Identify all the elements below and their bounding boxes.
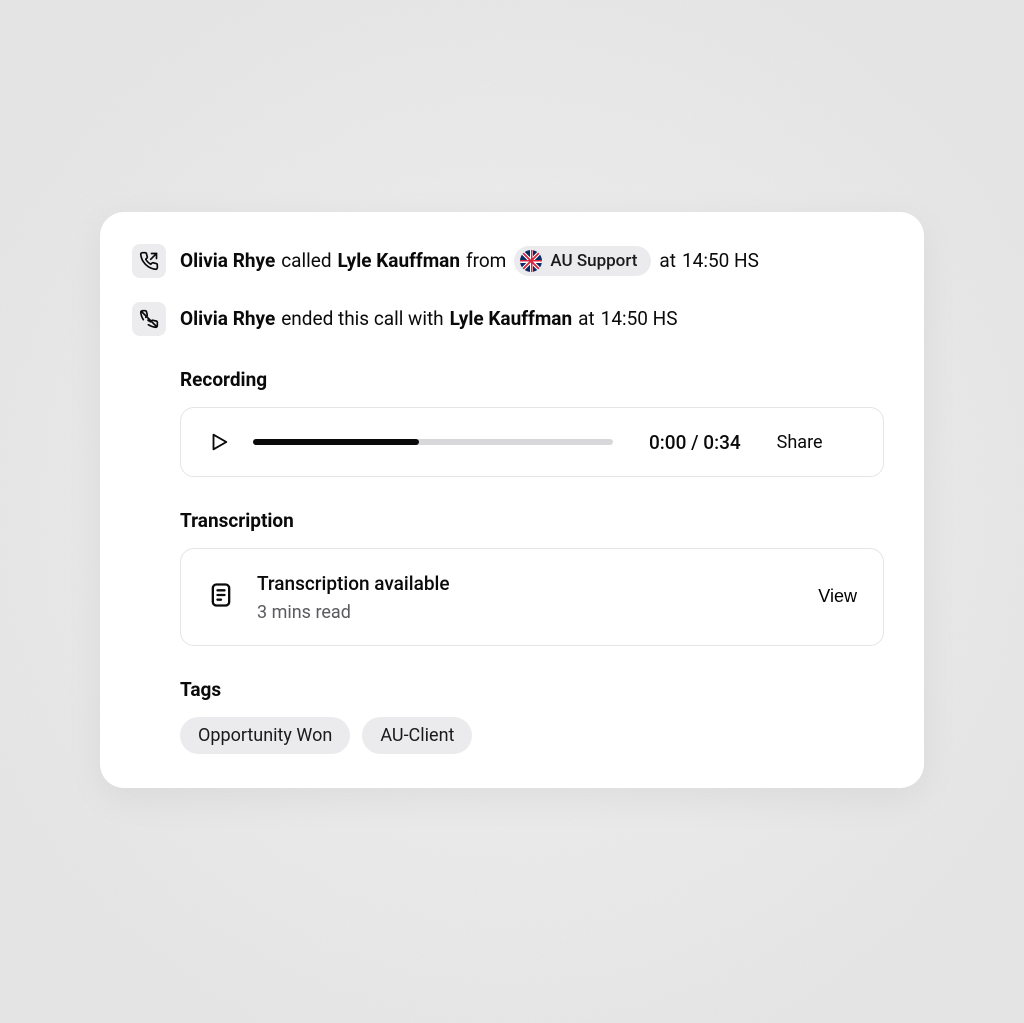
recording-progress[interactable] (253, 439, 613, 445)
tags-section: Tags Opportunity Won AU-Client (180, 678, 884, 754)
recording-heading: Recording (180, 368, 884, 391)
ended-verb: ended this call with (281, 307, 443, 332)
transcription-panel: Transcription available 3 mins read View (180, 548, 884, 646)
transcription-title: Transcription available (257, 571, 796, 598)
recording-panel: 0:00 / 0:34 Share (180, 407, 884, 477)
transcription-sub: 3 mins read (257, 602, 796, 623)
recording-current: 0:00 (649, 431, 686, 454)
tag-chip[interactable]: AU-Client (362, 717, 472, 754)
transcription-section: Transcription Transcription available 3 … (180, 509, 884, 646)
recording-section: Recording 0:00 / 0:34 Share (180, 368, 884, 477)
called-verb: called (281, 249, 331, 274)
call-started-row: Olivia Rhye called Lyle Kauffman from AU… (132, 244, 884, 278)
view-transcription-button[interactable]: View (818, 586, 857, 607)
ender-name: Olivia Rhye (180, 307, 275, 332)
share-button[interactable]: Share (777, 432, 823, 453)
phone-hangup-icon (132, 302, 166, 336)
recording-time: 0:00 / 0:34 (649, 431, 741, 454)
au-flag-icon (520, 250, 542, 272)
callee-name: Lyle Kauffman (338, 249, 460, 274)
at-word: at (659, 249, 676, 274)
tags-heading: Tags (180, 678, 884, 701)
call-ended-time: 14:50 HS (601, 307, 678, 332)
play-button[interactable] (207, 430, 231, 454)
team-label: AU Support (550, 250, 637, 272)
tags-list: Opportunity Won AU-Client (180, 717, 884, 754)
call-ended-row: Olivia Rhye ended this call with Lyle Ka… (132, 302, 884, 336)
call-started-time: 14:50 HS (682, 249, 759, 274)
from-word: from (466, 249, 506, 274)
call-ended-text: Olivia Rhye ended this call with Lyle Ka… (180, 307, 678, 332)
recording-sep: / (686, 431, 703, 454)
ended-at-word: at (578, 307, 595, 332)
recording-progress-fill (253, 439, 419, 445)
phone-outgoing-icon (132, 244, 166, 278)
call-activity-card: Olivia Rhye called Lyle Kauffman from AU… (100, 212, 924, 788)
document-icon (207, 581, 235, 613)
team-chip[interactable]: AU Support (514, 246, 651, 276)
transcription-heading: Transcription (180, 509, 884, 532)
caller-name: Olivia Rhye (180, 249, 275, 274)
tag-chip[interactable]: Opportunity Won (180, 717, 350, 754)
ended-callee-name: Lyle Kauffman (450, 307, 572, 332)
recording-total: 0:34 (703, 431, 740, 454)
call-started-text: Olivia Rhye called Lyle Kauffman from AU… (180, 246, 759, 276)
